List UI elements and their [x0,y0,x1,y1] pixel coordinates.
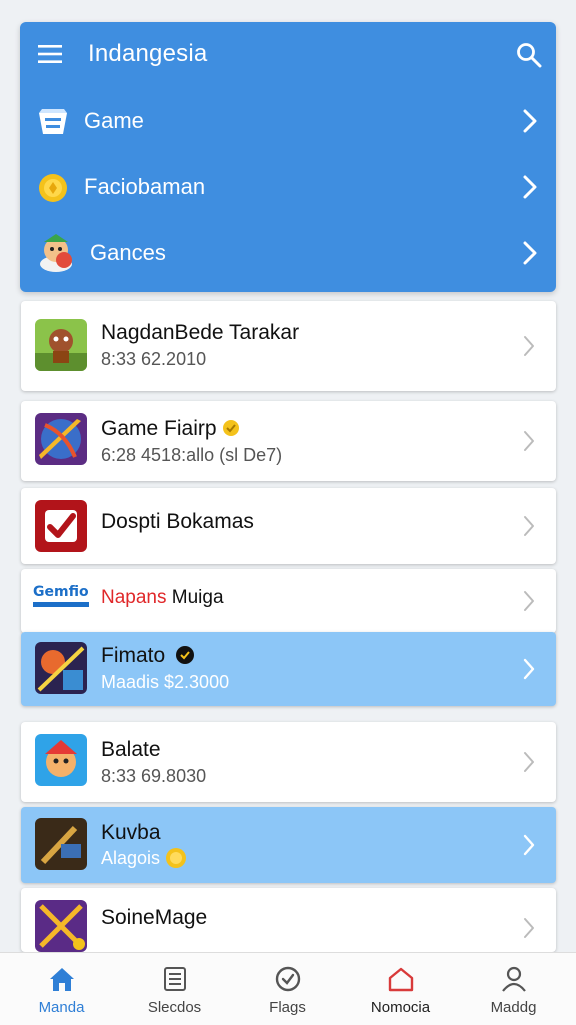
item-subtitle: Maadis $2.3000 [101,672,230,692]
category-label: Game [84,108,144,133]
gold-coin-icon [166,848,187,868]
chevron-right-icon [524,591,534,611]
category-row-gances[interactable]: Gances [20,220,556,286]
chevron-right-icon [524,918,534,938]
games-character-icon [40,234,72,272]
list-item-highlighted[interactable]: Kuvba Alagois [21,807,556,883]
search-icon[interactable] [516,42,542,68]
category-row-faciobaman[interactable]: Faciobaman [20,154,556,220]
chevron-right-icon [524,336,534,356]
item-title: SoineMage [101,906,208,929]
bottom-navigation: Manda Slecdos Flags Nomocia Maddg [0,952,576,1025]
category-label: Gances [90,240,166,265]
menu-icon[interactable] [38,44,62,64]
chevron-right-icon [523,834,535,856]
home-icon [50,968,74,991]
coin-icon [39,174,67,202]
top-bar: Indangesia [20,22,556,88]
nav-item-flags[interactable]: Flags [230,953,345,1025]
gold-badge-icon [223,420,240,436]
item-title-red: Napans [101,587,167,608]
red-checkmark-icon [35,500,87,552]
nav-label: Slecdos [147,999,202,1016]
item-subtitle: 8:33 62.2010 [101,349,207,369]
chevron-right-icon [523,658,535,680]
nav-item-maddg[interactable]: Maddg [456,953,571,1025]
list-item-highlighted[interactable]: Fimato Maadis $2.3000 [21,632,556,706]
chevron-right-icon [524,752,534,772]
nav-label: Manda [38,999,85,1016]
cartoon-hero-game-icon [35,734,87,786]
check-circle-icon [275,966,301,992]
item-title-suffix: Muiga [171,587,224,608]
header-card: Indangesia Game Faciobaman Gances [20,22,556,292]
category-label: Faciobaman [84,174,206,199]
crossed-swords-game-icon [35,900,87,952]
item-subtitle: 8:33 69.8030 [101,766,207,786]
hammer-game-icon [35,818,87,870]
verified-badge-icon [176,646,195,664]
item-title-text: Fimato [101,644,166,667]
nav-item-nomocia[interactable]: Nomocia [343,953,458,1025]
item-title: Dospti Bokamas [101,510,254,533]
battle-scene-game-icon [35,642,87,694]
gemfio-logo-icon: Gemfio [33,583,89,615]
logo-bar [33,602,89,607]
list-item[interactable]: Game Fiairp 6:28 4518:allo (sl De7) [21,401,556,481]
chevron-right-icon [524,431,534,451]
list-icon [164,967,186,991]
item-title: Napans Muiga [101,587,224,609]
item-title: NagdanBede Tarakar [101,321,300,344]
category-row-game[interactable]: Game [20,88,556,154]
item-title: Kuvba [101,821,161,844]
list-item[interactable]: NagdanBede Tarakar 8:33 62.2010 [21,301,556,391]
nav-label: Maddg [490,999,537,1016]
list-item[interactable]: Dospti Bokamas [21,488,556,564]
nav-label: Nomocia [370,999,431,1016]
notification-house-icon [388,967,414,992]
list-item[interactable]: SoineMage [21,888,556,952]
fantasy-blade-game-icon [35,413,87,465]
item-title-text: Game Fiairp [101,417,217,440]
logo-text: Gemfio [33,584,89,600]
chevron-right-icon [523,175,537,199]
list-item[interactable]: Gemfio Napans Muiga [21,569,556,633]
chevron-right-icon [524,516,534,536]
item-title: Game Fiairp [101,417,240,441]
nav-item-slecdos[interactable]: Slecdos [117,953,232,1025]
list-item[interactable]: Balate 8:33 69.8030 [21,722,556,802]
nav-label: Flags [269,999,306,1016]
chevron-right-icon [523,241,537,265]
item-title: Fimato [101,644,195,668]
item-subtitle: 6:28 4518:allo (sl De7) [101,445,283,465]
game-basket-icon [39,109,67,134]
nav-item-manda[interactable]: Manda [4,953,119,1025]
app-title: Indangesia [88,40,208,67]
item-title: Balate [101,738,161,761]
brown-character-game-icon [35,319,87,371]
person-icon [502,966,526,992]
chevron-right-icon [523,109,537,133]
item-subtitle-text: Alagois [101,848,161,868]
item-subtitle: Alagois [101,847,187,869]
